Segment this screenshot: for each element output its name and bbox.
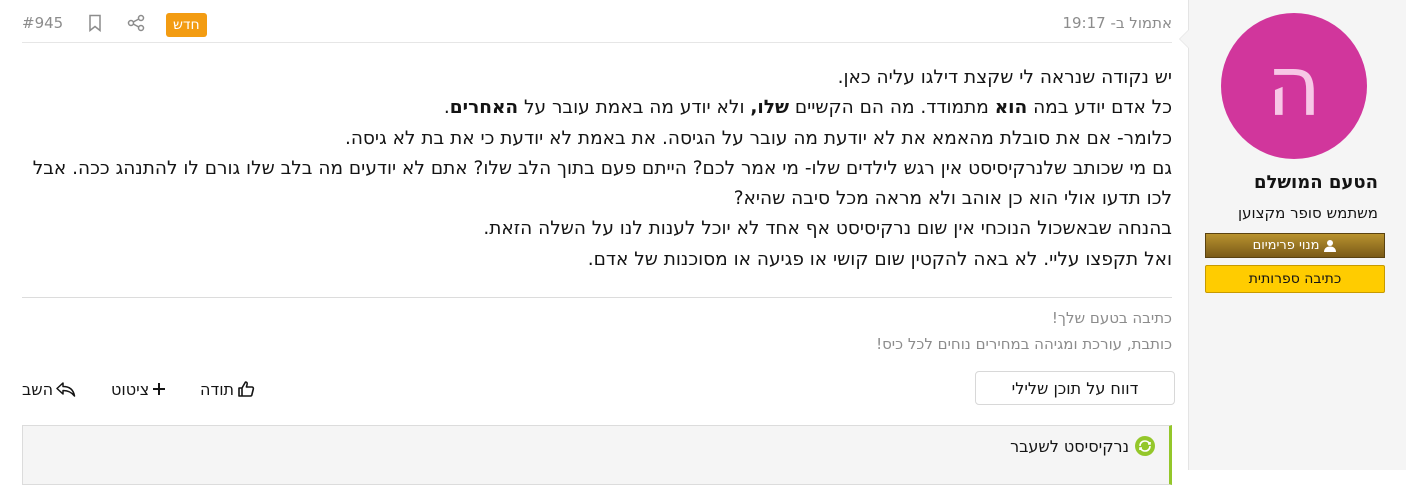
username[interactable]: הטעם המושלם [1178, 172, 1378, 193]
body-line: בהנחה שבאשכול הנוכחי אין שום נרקיסיסט אף… [483, 218, 1172, 240]
like-label: תודה [200, 379, 235, 399]
body-line: כלומר- אם את סובלת מהאמא את לא יודעת מה … [344, 127, 1172, 149]
reply-icon [56, 382, 76, 397]
user-icon [1324, 240, 1337, 252]
literary-writing-badge: כתיבה ספרותית [1205, 265, 1385, 293]
premium-badge-label: מנוי פרימיום [1252, 238, 1320, 253]
plus-icon [153, 383, 166, 395]
body-line: גם מי שכותב שלנרקיסיסט אין רגש לילדים של… [32, 157, 1172, 210]
linked-thread-block[interactable]: נרקיסיסט לשעבר [22, 425, 1172, 485]
linked-thread-label: נרקיסיסט לשעבר [1010, 436, 1129, 456]
reply-button[interactable]: השב [22, 378, 76, 400]
avatar[interactable]: ה [1221, 13, 1367, 159]
user-sidebar: ה הטעם המושלם משתמש סופר מקצוען מנוי פרי… [1179, 0, 1406, 470]
signature-divider [22, 297, 1172, 298]
premium-badge: מנוי פרימיום [1205, 233, 1385, 258]
post-number[interactable]: #945 [22, 14, 63, 32]
user-title: משתמש סופר מקצוען [1238, 204, 1378, 222]
like-button[interactable]: תודה [200, 378, 255, 400]
thread-icon [1135, 436, 1155, 456]
post-timestamp[interactable]: אתמול ב- 19:17 [1062, 14, 1172, 32]
signature: כתיבה בטעם שלך! כותבת, עורכת ומגיהה במחי… [22, 305, 1172, 357]
body-line: ואל תקפצו עליי. לא באה להקטין שום קושי א… [587, 248, 1172, 270]
quote-label: ציטוט [111, 379, 150, 399]
share-icon[interactable] [127, 14, 145, 32]
quote-button[interactable]: ציטוט [111, 378, 166, 400]
message-header: #945 חדש אתמול ב- 19:17 [22, 8, 1172, 43]
sidebar-arrow [1180, 30, 1189, 48]
signature-line: כתיבה בטעם שלך! [1051, 309, 1172, 327]
linked-thread-title[interactable]: נרקיסיסט לשעבר [1010, 436, 1155, 456]
body-line: כל אדם יודע במה הוא מתמודד. מה הם הקשיים… [443, 97, 1172, 119]
thumbs-up-icon [238, 381, 255, 397]
new-badge: חדש [166, 13, 207, 37]
body-line: יש נקודה שנראה לי שקצת דילגו עליה כאן. [837, 67, 1172, 88]
report-button[interactable]: דווח על תוכן שלילי [975, 371, 1175, 405]
message-body: יש נקודה שנראה לי שקצת דילגו עליה כאן. כ… [22, 63, 1172, 275]
signature-line: כותבת, עורכת ומגיהה במחירים נוחים לכל כי… [876, 335, 1172, 353]
bookmark-icon[interactable] [87, 14, 103, 32]
reply-label: השב [22, 379, 54, 399]
